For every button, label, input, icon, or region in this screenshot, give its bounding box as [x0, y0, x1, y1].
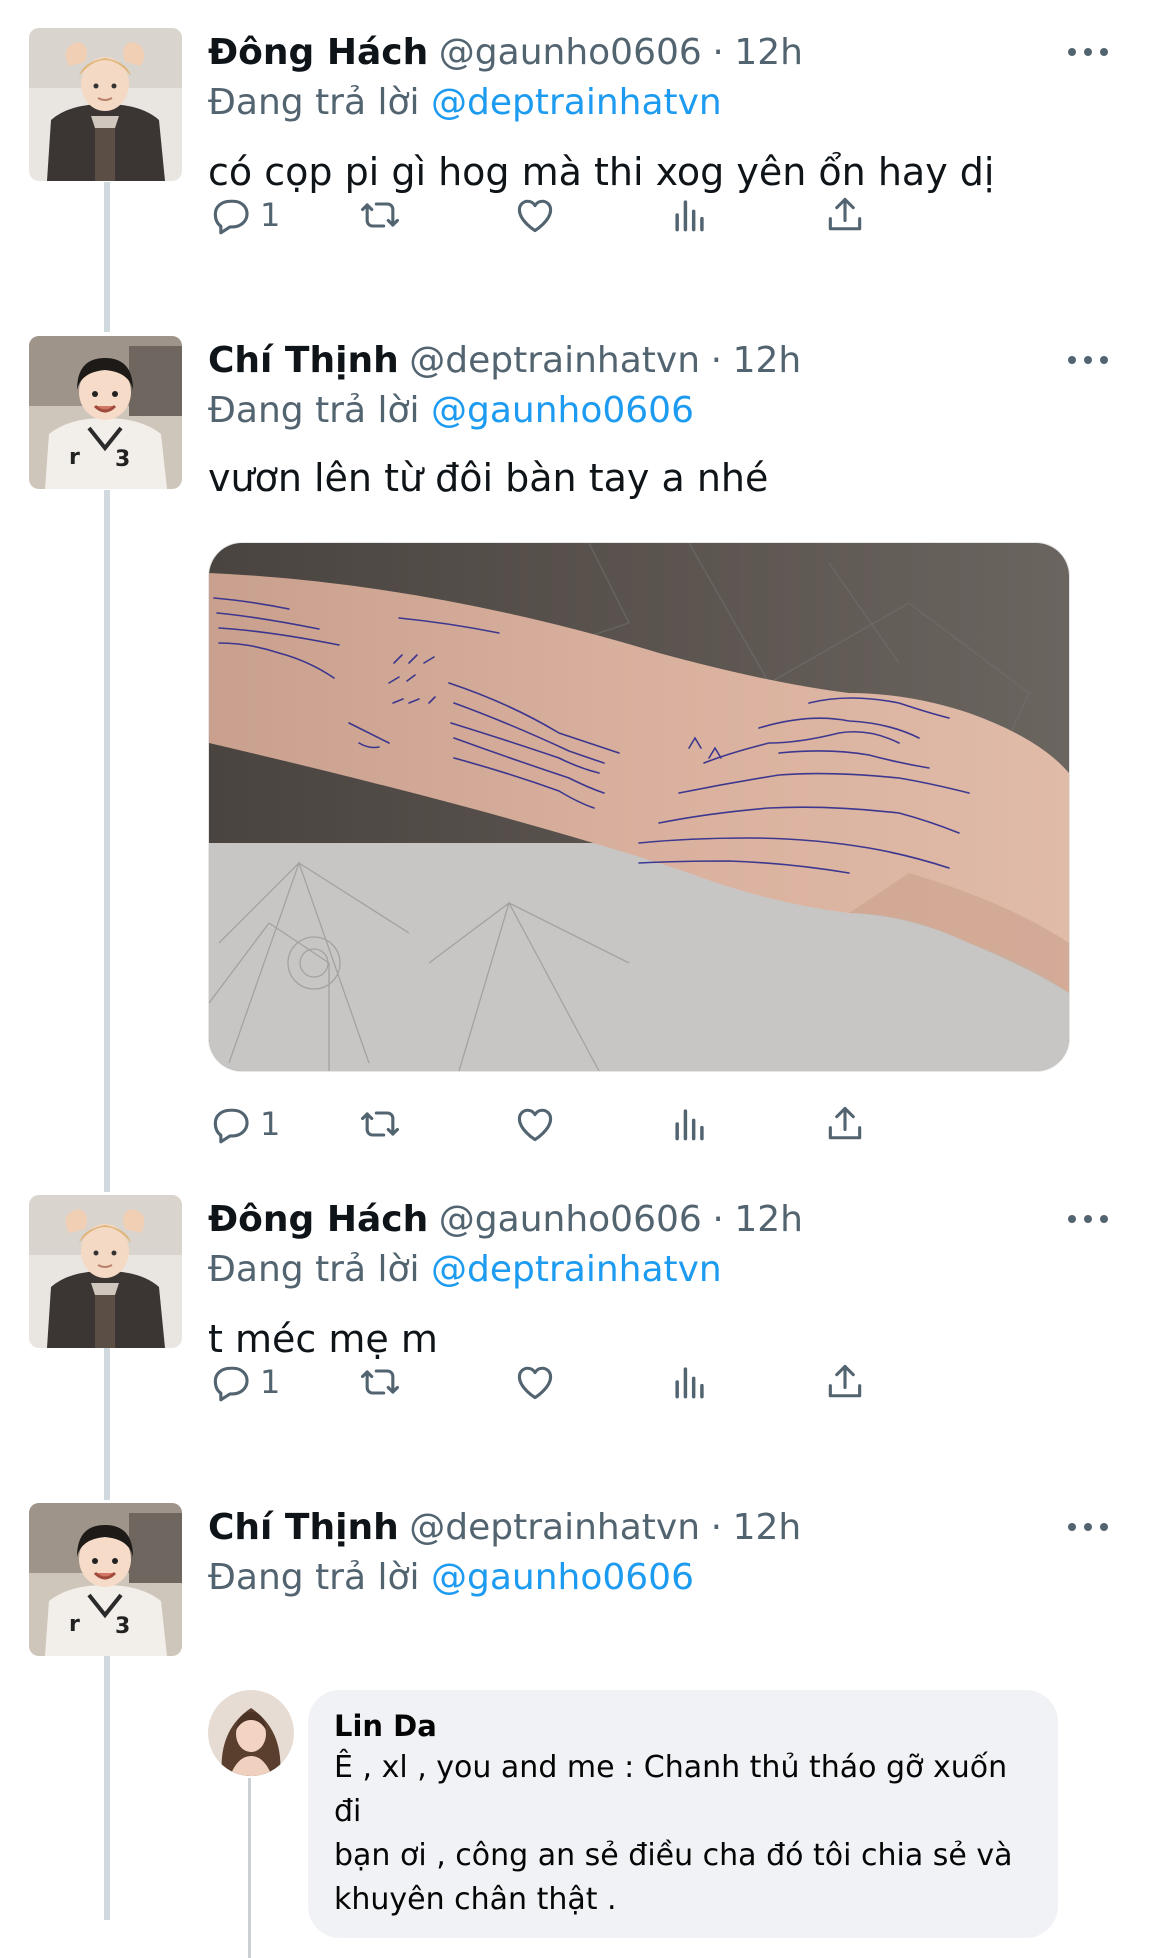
analytics-icon — [675, 1109, 704, 1141]
more-icon[interactable] — [1068, 1521, 1108, 1533]
separator-dot: · — [710, 1507, 723, 1548]
reply-count: 1 — [260, 196, 281, 234]
retweet-icon — [361, 1369, 399, 1395]
author-handle[interactable]: @gaunho0606 — [439, 32, 702, 73]
author-name[interactable]: Chí Thịnh — [208, 340, 399, 381]
analytics-button[interactable] — [668, 1354, 712, 1410]
reply-count: 1 — [260, 1363, 281, 1401]
timestamp[interactable]: 12h — [733, 340, 802, 381]
like-icon — [517, 199, 553, 233]
tweet-text: vươn lên từ đôi bàn tay a nhé — [208, 456, 769, 500]
like-icon — [517, 1366, 553, 1400]
timestamp[interactable]: 12h — [734, 1199, 803, 1240]
retweet-icon — [361, 202, 399, 228]
avatar[interactable] — [29, 1195, 182, 1348]
share-button[interactable] — [823, 1096, 867, 1152]
replying-to: Đang trả lời @deptrainhatvn — [208, 80, 722, 126]
share-icon — [828, 197, 862, 231]
analytics-button[interactable] — [668, 1096, 712, 1152]
reply-icon — [213, 1366, 249, 1402]
reply-button[interactable]: 1 — [208, 187, 280, 243]
timestamp[interactable]: 12h — [733, 1507, 802, 1548]
retweet-button[interactable] — [358, 1096, 402, 1152]
avatar-photo: r 3 — [29, 336, 182, 489]
author-name[interactable]: Chí Thịnh — [208, 1507, 399, 1548]
replying-to: Đang trả lời @gaunho0606 — [208, 1555, 694, 1601]
more-icon[interactable] — [1068, 354, 1108, 366]
reply-count: 1 — [260, 1105, 281, 1143]
avatar[interactable]: r 3 — [29, 1503, 182, 1656]
more-icon[interactable] — [1068, 46, 1108, 58]
tweet[interactable]: Đông Hách @gaunho0606 · 12h Đang trả lời… — [0, 1195, 1150, 1465]
tweet-header: Đông Hách @gaunho0606 · 12h — [208, 28, 803, 77]
svg-text:3: 3 — [115, 1614, 130, 1639]
reply-icon — [213, 199, 249, 235]
retweet-icon — [361, 1111, 399, 1137]
action-bar: 1 — [208, 187, 1008, 243]
author-handle[interactable]: @gaunho0606 — [439, 1199, 702, 1240]
share-button[interactable] — [823, 187, 867, 243]
reply-icon — [213, 1108, 249, 1144]
like-icon — [517, 1108, 553, 1142]
replying-to-label: Đang trả lời — [208, 1249, 420, 1290]
tweet[interactable]: r 3 Chí Thịnh @deptrainhatvn · 12h Đang … — [0, 1503, 1150, 1958]
svg-text:3: 3 — [115, 447, 130, 472]
commenter-name: Lin Da — [334, 1709, 437, 1743]
comment-thread-line — [248, 1778, 251, 1958]
retweet-button[interactable] — [358, 187, 402, 243]
svg-text:r: r — [69, 1612, 80, 1637]
tweet[interactable]: r 3 Chí Thịnh @deptrainhatvn · 12h Đang … — [0, 336, 1150, 1166]
comment-bubble: Lin Da Ê , xl , you and me : Chanh thủ t… — [308, 1690, 1058, 1938]
tweet[interactable]: Đông Hách @gaunho0606 · 12h Đang trả lời… — [0, 28, 1150, 298]
replying-to-link[interactable]: @deptrainhatvn — [431, 1249, 722, 1290]
avatar-photo — [29, 28, 182, 181]
avatar[interactable] — [29, 28, 182, 181]
share-icon — [828, 1106, 862, 1140]
separator-dot: · — [710, 340, 723, 381]
comment-line: bạn ơi , công an sẻ điều cha đó tôi chia… — [334, 1838, 1013, 1873]
separator-dot: · — [712, 1199, 724, 1240]
arm-photo — [209, 543, 1069, 1071]
comment-line: khuyên chân thật . — [334, 1882, 617, 1917]
svg-text:r: r — [69, 445, 80, 470]
analytics-button[interactable] — [668, 187, 712, 243]
commenter-photo — [208, 1690, 294, 1776]
like-button[interactable] — [513, 1354, 557, 1410]
replying-to-link[interactable]: @gaunho0606 — [431, 390, 694, 431]
tweet-header: Đông Hách @gaunho0606 · 12h — [208, 1195, 803, 1244]
replying-to-label: Đang trả lời — [208, 390, 420, 431]
tweet-header: Chí Thịnh @deptrainhatvn · 12h — [208, 1503, 801, 1552]
reply-button[interactable]: 1 — [208, 1096, 280, 1152]
like-button[interactable] — [513, 1096, 557, 1152]
action-bar: 1 — [208, 1096, 1008, 1152]
author-handle[interactable]: @deptrainhatvn — [409, 340, 700, 381]
comment-line: Ê , xl , you and me : Chanh thủ tháo gỡ … — [334, 1750, 1008, 1829]
replying-to-link[interactable]: @deptrainhatvn — [431, 82, 722, 123]
avatar[interactable]: r 3 — [29, 336, 182, 489]
action-bar: 1 — [208, 1354, 1008, 1410]
retweet-button[interactable] — [358, 1354, 402, 1410]
like-button[interactable] — [513, 187, 557, 243]
replying-to: Đang trả lời @deptrainhatvn — [208, 1247, 722, 1293]
author-name[interactable]: Đông Hách — [208, 1199, 428, 1240]
replying-to-label: Đang trả lời — [208, 1557, 420, 1598]
analytics-icon — [675, 200, 704, 232]
commenter-avatar — [208, 1690, 294, 1776]
share-button[interactable] — [823, 1354, 867, 1410]
author-handle[interactable]: @deptrainhatvn — [409, 1507, 700, 1548]
tweet-header: Chí Thịnh @deptrainhatvn · 12h — [208, 336, 801, 385]
avatar-photo — [29, 1195, 182, 1348]
author-name[interactable]: Đông Hách — [208, 32, 428, 73]
replying-to: Đang trả lời @gaunho0606 — [208, 388, 694, 434]
replying-to-label: Đang trả lời — [208, 82, 420, 123]
share-icon — [828, 1364, 862, 1398]
replying-to-link[interactable]: @gaunho0606 — [431, 1557, 694, 1598]
avatar-photo: r 3 — [29, 1503, 182, 1656]
timestamp[interactable]: 12h — [734, 32, 803, 73]
tweet-photo[interactable] — [208, 542, 1070, 1072]
more-icon[interactable] — [1068, 1213, 1108, 1225]
reply-button[interactable]: 1 — [208, 1354, 280, 1410]
separator-dot: · — [712, 32, 724, 73]
analytics-icon — [675, 1367, 704, 1399]
